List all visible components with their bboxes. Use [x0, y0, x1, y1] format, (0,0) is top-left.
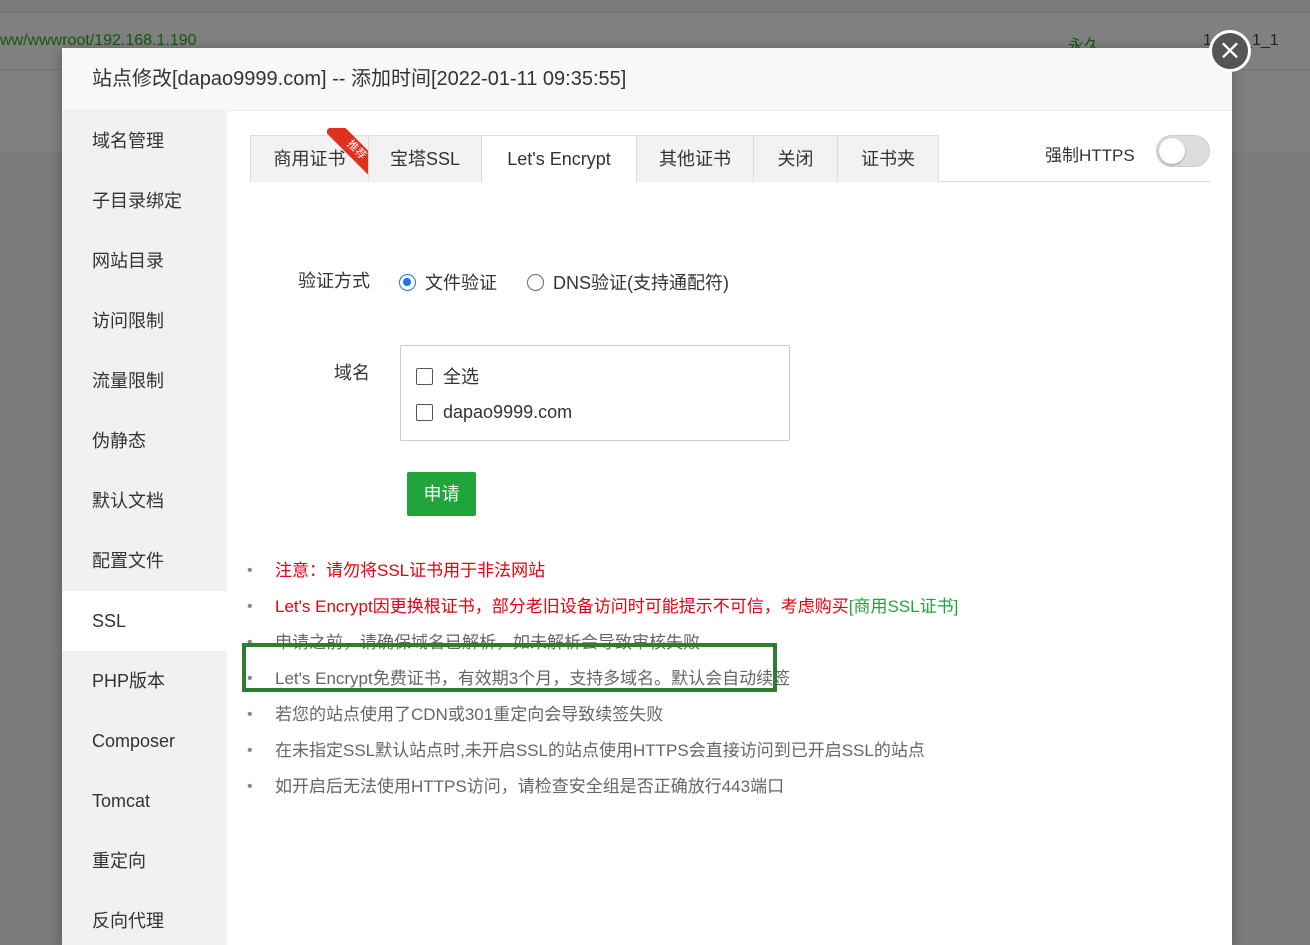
radio-dns-verify[interactable]: DNS验证(支持通配符) [527, 269, 729, 295]
sidebar-item-traffic-limit[interactable]: 流量限制 [62, 351, 227, 411]
checkbox-icon [416, 367, 433, 385]
tab-other-cert[interactable]: 其他证书 [636, 135, 754, 182]
checkbox-select-all[interactable]: 全选 [416, 363, 479, 389]
sidebar-item-domain[interactable]: 域名管理 [62, 111, 227, 171]
checkbox-icon [416, 404, 433, 421]
sidebar-item-rewrite[interactable]: 伪静态 [62, 411, 227, 471]
checkbox-label: 全选 [443, 367, 479, 387]
radio-checked-icon [399, 273, 416, 291]
note-item: 在未指定SSL默认站点时,未开启SSL的站点使用HTTPS会直接访问到已开启SS… [247, 733, 1227, 769]
force-https-toggle[interactable] [1156, 135, 1210, 167]
tab-commercial-cert[interactable]: 商用证书 推荐 [250, 128, 373, 182]
tab-lets-encrypt[interactable]: Let's Encrypt [481, 135, 637, 183]
sidebar-item-php[interactable]: PHP版本 [62, 651, 227, 711]
radio-label: 文件验证 [425, 273, 497, 293]
sidebar-item-site-dir[interactable]: 网站目录 [62, 231, 227, 291]
domain-label: 域名 [334, 363, 370, 383]
modal-title: 站点修改[dapao9999.com] -- 添加时间[2022-01-11 0… [62, 48, 1232, 111]
verify-method-label: 验证方式 [298, 271, 370, 291]
radio-unchecked-icon [527, 273, 544, 291]
highlight-box [242, 643, 777, 692]
domain-list: 全选 dapao9999.com [400, 345, 790, 441]
sidebar-item-default-doc[interactable]: 默认文档 [62, 471, 227, 531]
checkbox-domain[interactable]: dapao9999.com [416, 402, 572, 423]
tab-label: 宝塔SSL [389, 149, 461, 169]
note-item: Let's Encrypt因更换根证书，部分老旧设备访问时可能提示不可信，考虑购… [247, 589, 1227, 625]
commercial-ssl-link[interactable]: [商用SSL证书] [849, 597, 959, 616]
sidebar-item-tomcat[interactable]: Tomcat [62, 771, 227, 831]
note-item: 注意：请勿将SSL证书用于非法网站 [247, 553, 1227, 589]
sidebar-item-config[interactable]: 配置文件 [62, 531, 227, 591]
sidebar-item-subdir[interactable]: 子目录绑定 [62, 171, 227, 231]
tab-label: Let's Encrypt [507, 149, 611, 169]
sidebar-item-ssl[interactable]: SSL [62, 591, 227, 651]
sidebar-item-composer[interactable]: Composer [62, 711, 227, 771]
tab-label: 关闭 [777, 149, 814, 169]
note-item: 如开启后无法使用HTTPS访问，请检查安全组是否正确放行443端口 [247, 769, 1227, 805]
note-item: 若您的站点使用了CDN或301重定向会导致续签失败 [247, 697, 1227, 733]
tab-label: 证书夹 [861, 149, 915, 169]
recommend-ribbon-label: 推荐 [327, 128, 373, 176]
tab-close[interactable]: 关闭 [753, 135, 838, 182]
sidebar-item-access-limit[interactable]: 访问限制 [62, 291, 227, 351]
force-https-label: 强制HTTPS [1045, 146, 1135, 165]
apply-button[interactable]: 申请 [407, 472, 476, 516]
background-topbar [0, 0, 1310, 13]
note-text: Let's Encrypt因更换根证书，部分老旧设备访问时可能提示不可信，考虑购… [275, 597, 849, 616]
tab-cert-folder[interactable]: 证书夹 [837, 135, 939, 182]
recommend-ribbon: 推荐 [327, 128, 373, 176]
radio-label: DNS验证(支持通配符) [553, 273, 729, 293]
tab-label: 其他证书 [659, 149, 731, 169]
radio-file-verify[interactable]: 文件验证 [399, 269, 497, 295]
checkbox-label: dapao9999.com [443, 402, 573, 422]
sidebar-item-reverse-proxy[interactable]: 反向代理 [62, 891, 227, 945]
toggle-knob [1159, 138, 1185, 164]
sidebar-item-redirect[interactable]: 重定向 [62, 831, 227, 891]
tab-bt-ssl[interactable]: 宝塔SSL [368, 135, 482, 182]
close-icon[interactable]: × [1209, 30, 1251, 72]
modal-sidebar: 域名管理 子目录绑定 网站目录 访问限制 流量限制 伪静态 默认文档 配置文件 … [62, 111, 227, 945]
ssl-panel: 商用证书 推荐 宝塔SSL Let's Encrypt 其他证书 关闭 证书夹 … [227, 111, 1232, 945]
site-edit-modal: 站点修改[dapao9999.com] -- 添加时间[2022-01-11 0… [62, 48, 1232, 945]
